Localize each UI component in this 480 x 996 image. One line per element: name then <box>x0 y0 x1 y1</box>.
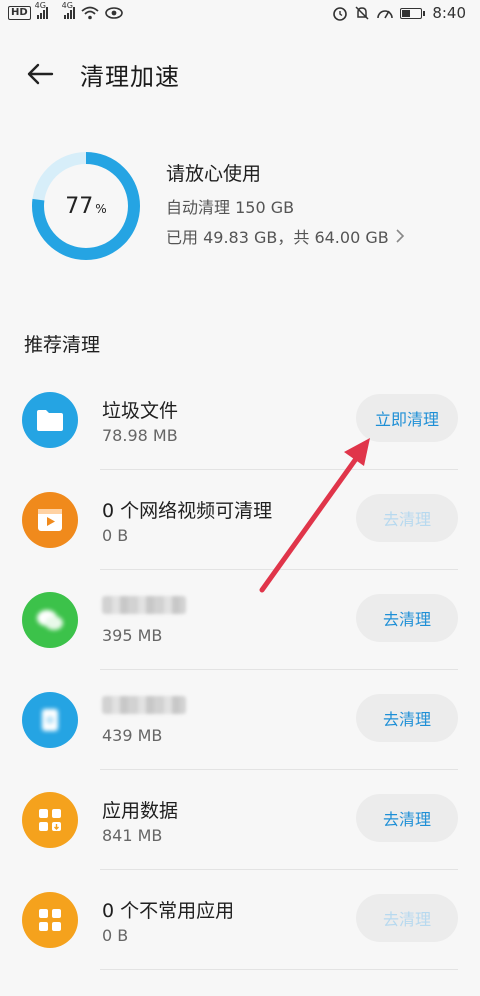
list-item: 应用数据 841 MB 去清理 <box>0 770 480 870</box>
wechat-icon <box>22 592 78 648</box>
apps-grid-icon <box>22 892 78 948</box>
storage-ring: 77% <box>30 150 142 262</box>
app-icon <box>22 692 78 748</box>
wifi-icon <box>81 6 99 20</box>
eye-icon <box>104 7 123 19</box>
hd-badge: HD <box>8 6 31 20</box>
section-title: 推荐清理 <box>24 334 101 356</box>
video-icon <box>22 492 78 548</box>
app-data-icon <box>22 792 78 848</box>
storage-usage-link[interactable]: 已用 49.83 GB，共 64.00 GB <box>166 224 405 248</box>
storage-info: 请放心使用 自动清理 150 GB 已用 49.83 GB，共 64.00 GB <box>166 159 405 254</box>
storage-status: 请放心使用 <box>166 162 262 185</box>
go-clean-button[interactable]: 去清理 <box>356 594 458 642</box>
auto-clean-text: 自动清理 150 GB <box>166 197 295 217</box>
back-button[interactable] <box>24 58 56 90</box>
go-clean-button[interactable]: 去清理 <box>356 694 458 742</box>
list-item: 0 个不常用应用 0 B 去清理 <box>0 870 480 970</box>
storage-percent: 77% <box>65 193 107 219</box>
clean-now-button[interactable]: 立即清理 <box>356 394 458 442</box>
folder-icon <box>22 392 78 448</box>
header: 清理加速 <box>0 46 480 102</box>
battery-icon <box>400 7 426 19</box>
signal-icon: 4G <box>35 1 48 19</box>
status-right: 8:40 <box>332 4 466 22</box>
divider <box>100 969 458 970</box>
list-item: 垃圾文件 78.98 MB 立即清理 <box>0 370 480 470</box>
signal-icon-2: 4G <box>62 1 75 19</box>
page-title: 清理加速 <box>80 62 180 91</box>
list-item: 439 MB 去清理 <box>0 670 480 770</box>
mute-icon <box>355 6 369 20</box>
storage-usage-text: 已用 49.83 GB，共 64.00 GB <box>166 227 389 247</box>
alarm-icon <box>333 7 348 21</box>
back-arrow-icon <box>27 63 54 85</box>
go-clean-button[interactable]: 去清理 <box>356 894 458 942</box>
chevron-right-icon <box>396 228 404 243</box>
go-clean-button[interactable]: 去清理 <box>356 494 458 542</box>
speed-icon <box>377 10 394 19</box>
clean-list: 垃圾文件 78.98 MB 立即清理 0 个网络视频可清理 0 B 去清理 39… <box>0 370 480 970</box>
status-left: HD 4G 4G <box>8 1 123 20</box>
storage-summary: 77% 请放心使用 自动清理 150 GB 已用 49.83 GB，共 64.0… <box>30 148 460 264</box>
list-item: 0 个网络视频可清理 0 B 去清理 <box>0 470 480 570</box>
list-item: 395 MB 去清理 <box>0 570 480 670</box>
go-clean-button[interactable]: 去清理 <box>356 794 458 842</box>
status-bar: HD 4G 4G 8:40 <box>0 0 480 26</box>
status-time: 8:40 <box>432 4 466 22</box>
